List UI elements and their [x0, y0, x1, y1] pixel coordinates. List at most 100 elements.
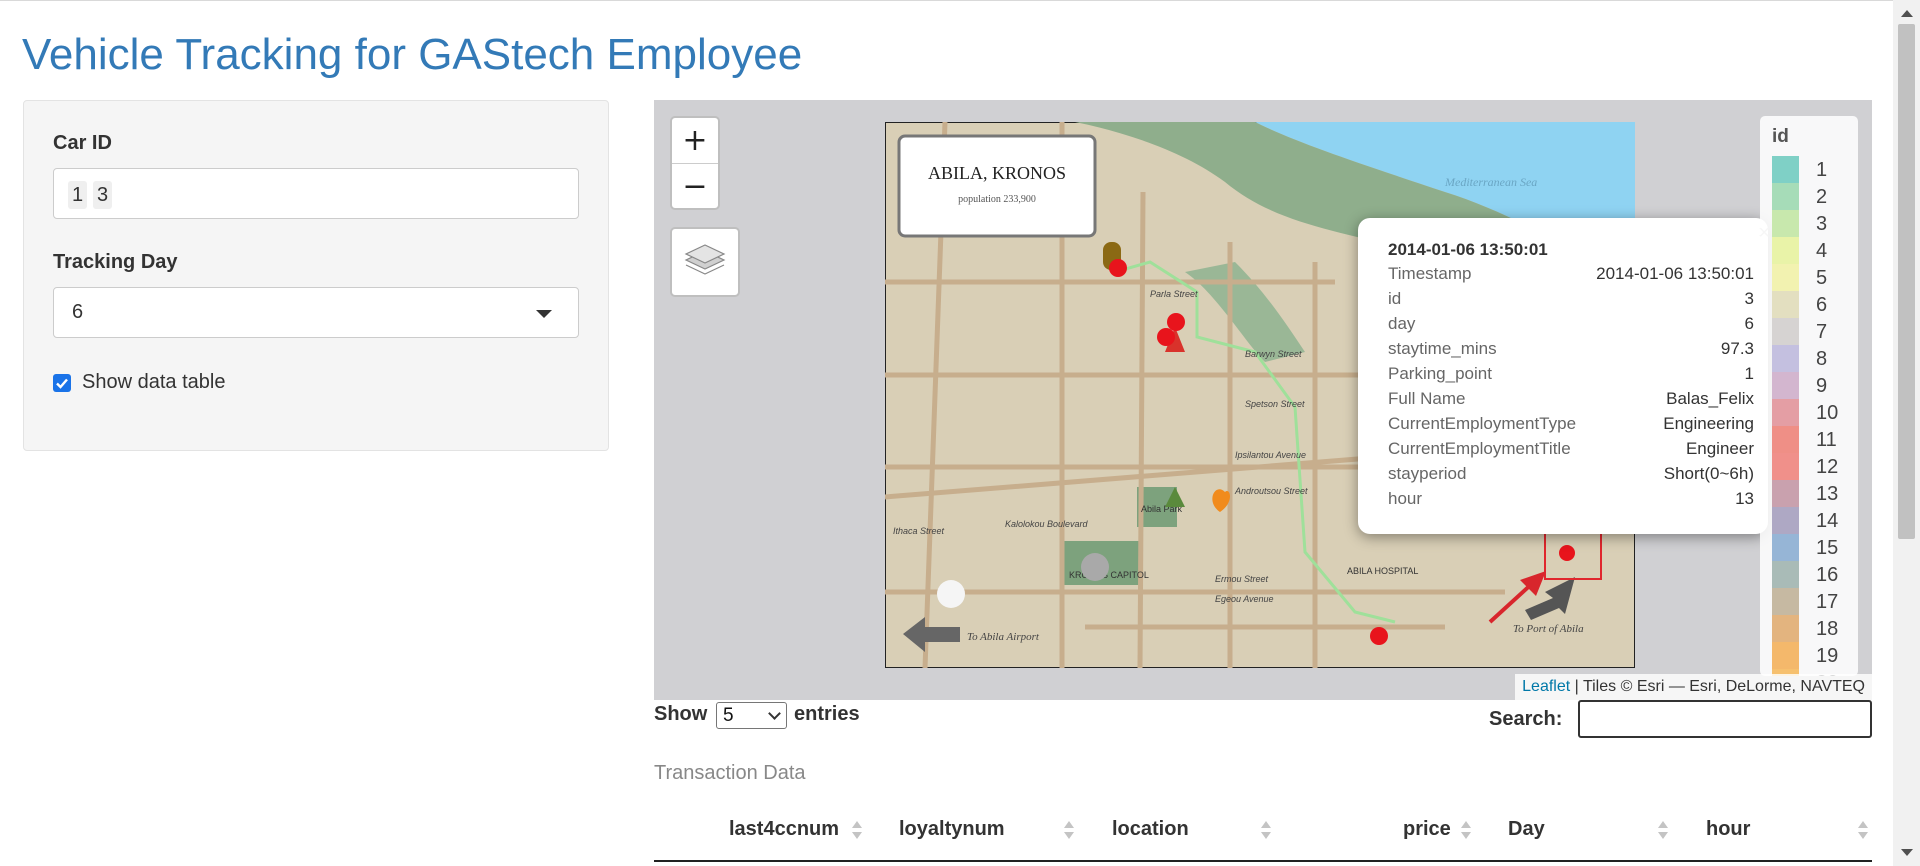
legend-label: 12: [1816, 456, 1839, 478]
map-capitol-label: KRONOS CAPITOL: [1069, 570, 1149, 580]
column-header-day[interactable]: Day: [1508, 818, 1668, 844]
scroll-down-icon[interactable]: [1901, 849, 1913, 856]
column-header-label: hour: [1706, 818, 1751, 840]
map-street-label: Parla Street: [1150, 289, 1198, 299]
scroll-thumb[interactable]: [1898, 24, 1915, 539]
popup-row: staytime_mins 97.3: [1388, 339, 1754, 364]
layers-icon: [684, 244, 726, 275]
zoom-in-button[interactable]: +: [672, 118, 718, 163]
layers-button[interactable]: [670, 227, 740, 297]
chevron-down-icon: [768, 707, 781, 720]
sidebar-panel: Car ID 1 3 Tracking Day 6 Show data tabl…: [23, 100, 609, 451]
popup-key: stayperiod: [1388, 464, 1467, 483]
column-header-loyaltynum[interactable]: loyaltynum: [899, 818, 1074, 844]
sort-icon: [1461, 821, 1471, 841]
popup-value: 3: [1744, 289, 1754, 308]
entries-select[interactable]: 5: [716, 702, 787, 729]
sort-icon: [852, 821, 862, 841]
legend-label: 19: [1816, 645, 1839, 667]
legend-label: 2: [1816, 186, 1828, 208]
popup-row: CurrentEmploymentType Engineering: [1388, 414, 1754, 439]
legend-swatch: [1772, 372, 1799, 399]
legend-swatch: [1772, 264, 1799, 291]
car-id-multiselect[interactable]: 1 3: [53, 168, 579, 219]
popup-value: Short(0~6h): [1663, 464, 1754, 483]
column-header-label: last4ccnum: [729, 818, 840, 840]
map-street-label: Ipsilantou Avenue: [1235, 450, 1306, 460]
tracking-day-select[interactable]: 6: [53, 287, 579, 338]
legend-swatch: [1772, 237, 1799, 264]
legend-swatch: [1772, 453, 1799, 480]
popup-value: Engineer: [1685, 439, 1754, 458]
popup-key: id: [1388, 289, 1402, 308]
leaflet-map[interactable]: ABILA, KRONOS population 233,900 Mediter…: [654, 100, 1872, 700]
popup-value: 13: [1735, 489, 1754, 508]
legend-label: 9: [1816, 375, 1828, 397]
show-table-checkbox[interactable]: [53, 374, 71, 392]
show-label: Show: [654, 703, 708, 725]
legend-label: 15: [1816, 537, 1839, 559]
popup-value: 97.3: [1720, 339, 1754, 358]
legend-swatch: [1772, 291, 1799, 318]
map-street-label: Ithaca Street: [893, 526, 945, 536]
zoom-control: + −: [670, 116, 720, 210]
column-header-location[interactable]: location: [1112, 818, 1271, 844]
zoom-out-button[interactable]: −: [672, 164, 718, 209]
checkmark-icon: [56, 378, 68, 389]
car-id-chip[interactable]: 1: [68, 181, 88, 209]
search-input[interactable]: [1578, 700, 1872, 738]
popup-value: 2014-01-06 13:50:01: [1596, 264, 1754, 283]
popup-value: 1: [1744, 364, 1754, 383]
legend-label: 6: [1816, 294, 1828, 316]
leaflet-link[interactable]: Leaflet: [1522, 678, 1570, 695]
column-header-last4ccnum[interactable]: last4ccnum: [729, 818, 862, 844]
car-id-chip[interactable]: 3: [93, 181, 113, 209]
legend-swatch: [1772, 642, 1799, 669]
car-id-label: Car ID: [53, 132, 112, 154]
scroll-up-icon[interactable]: [1901, 10, 1913, 17]
column-header-hour[interactable]: hour: [1706, 818, 1868, 844]
popup-row: hour 13: [1388, 489, 1754, 514]
map-legend: id 1234567891011121314151617181920: [1760, 116, 1858, 676]
entries-value: 5: [723, 705, 734, 726]
legend-swatch: [1772, 183, 1799, 210]
popup-row: Full Name Balas_Felix: [1388, 389, 1754, 414]
popup-row: day 6: [1388, 314, 1754, 339]
popup-value: Balas_Felix: [1666, 389, 1754, 408]
popup-key: CurrentEmploymentType: [1388, 414, 1577, 433]
top-border: [0, 0, 1900, 1]
popup-row: Parking_point 1: [1388, 364, 1754, 389]
column-header-label: price: [1403, 818, 1451, 840]
popup-row: Timestamp 2014-01-06 13:50:01: [1388, 264, 1754, 289]
legend-label: 4: [1816, 240, 1828, 262]
chevron-down-icon[interactable]: [536, 310, 552, 318]
tracking-day-label: Tracking Day: [53, 251, 178, 273]
sort-icon: [1064, 821, 1074, 841]
legend-label: 8: [1816, 348, 1828, 370]
column-header-price[interactable]: price: [1403, 818, 1471, 844]
popup-row: CurrentEmploymentTitle Engineer: [1388, 439, 1754, 464]
legend-label: 14: [1816, 510, 1839, 532]
search-label: Search:: [1489, 708, 1563, 730]
entries-label: entries: [794, 703, 860, 725]
popup-key: Timestamp: [1388, 264, 1472, 283]
legend-swatch: [1772, 561, 1799, 588]
legend-swatch: [1772, 345, 1799, 372]
legend-swatch: [1772, 507, 1799, 534]
popup-key: staytime_mins: [1388, 339, 1497, 358]
legend-swatch: [1772, 615, 1799, 642]
legend-label: 16: [1816, 564, 1839, 586]
legend-label: 7: [1816, 321, 1828, 343]
column-header-label: location: [1112, 818, 1189, 840]
legend-swatch: [1772, 588, 1799, 615]
show-table-label[interactable]: Show data table: [82, 371, 225, 394]
annotation-arrow-icon: [1488, 571, 1546, 624]
legend-label: 13: [1816, 483, 1839, 505]
page-scrollbar[interactable]: [1893, 0, 1920, 866]
sort-icon: [1261, 821, 1271, 841]
popup-value: 6: [1744, 314, 1754, 333]
legend-label: 3: [1816, 213, 1828, 235]
map-street-label: Ermou Street: [1215, 574, 1269, 584]
tracking-day-value: 6: [72, 301, 84, 323]
sort-icon: [1658, 821, 1668, 841]
